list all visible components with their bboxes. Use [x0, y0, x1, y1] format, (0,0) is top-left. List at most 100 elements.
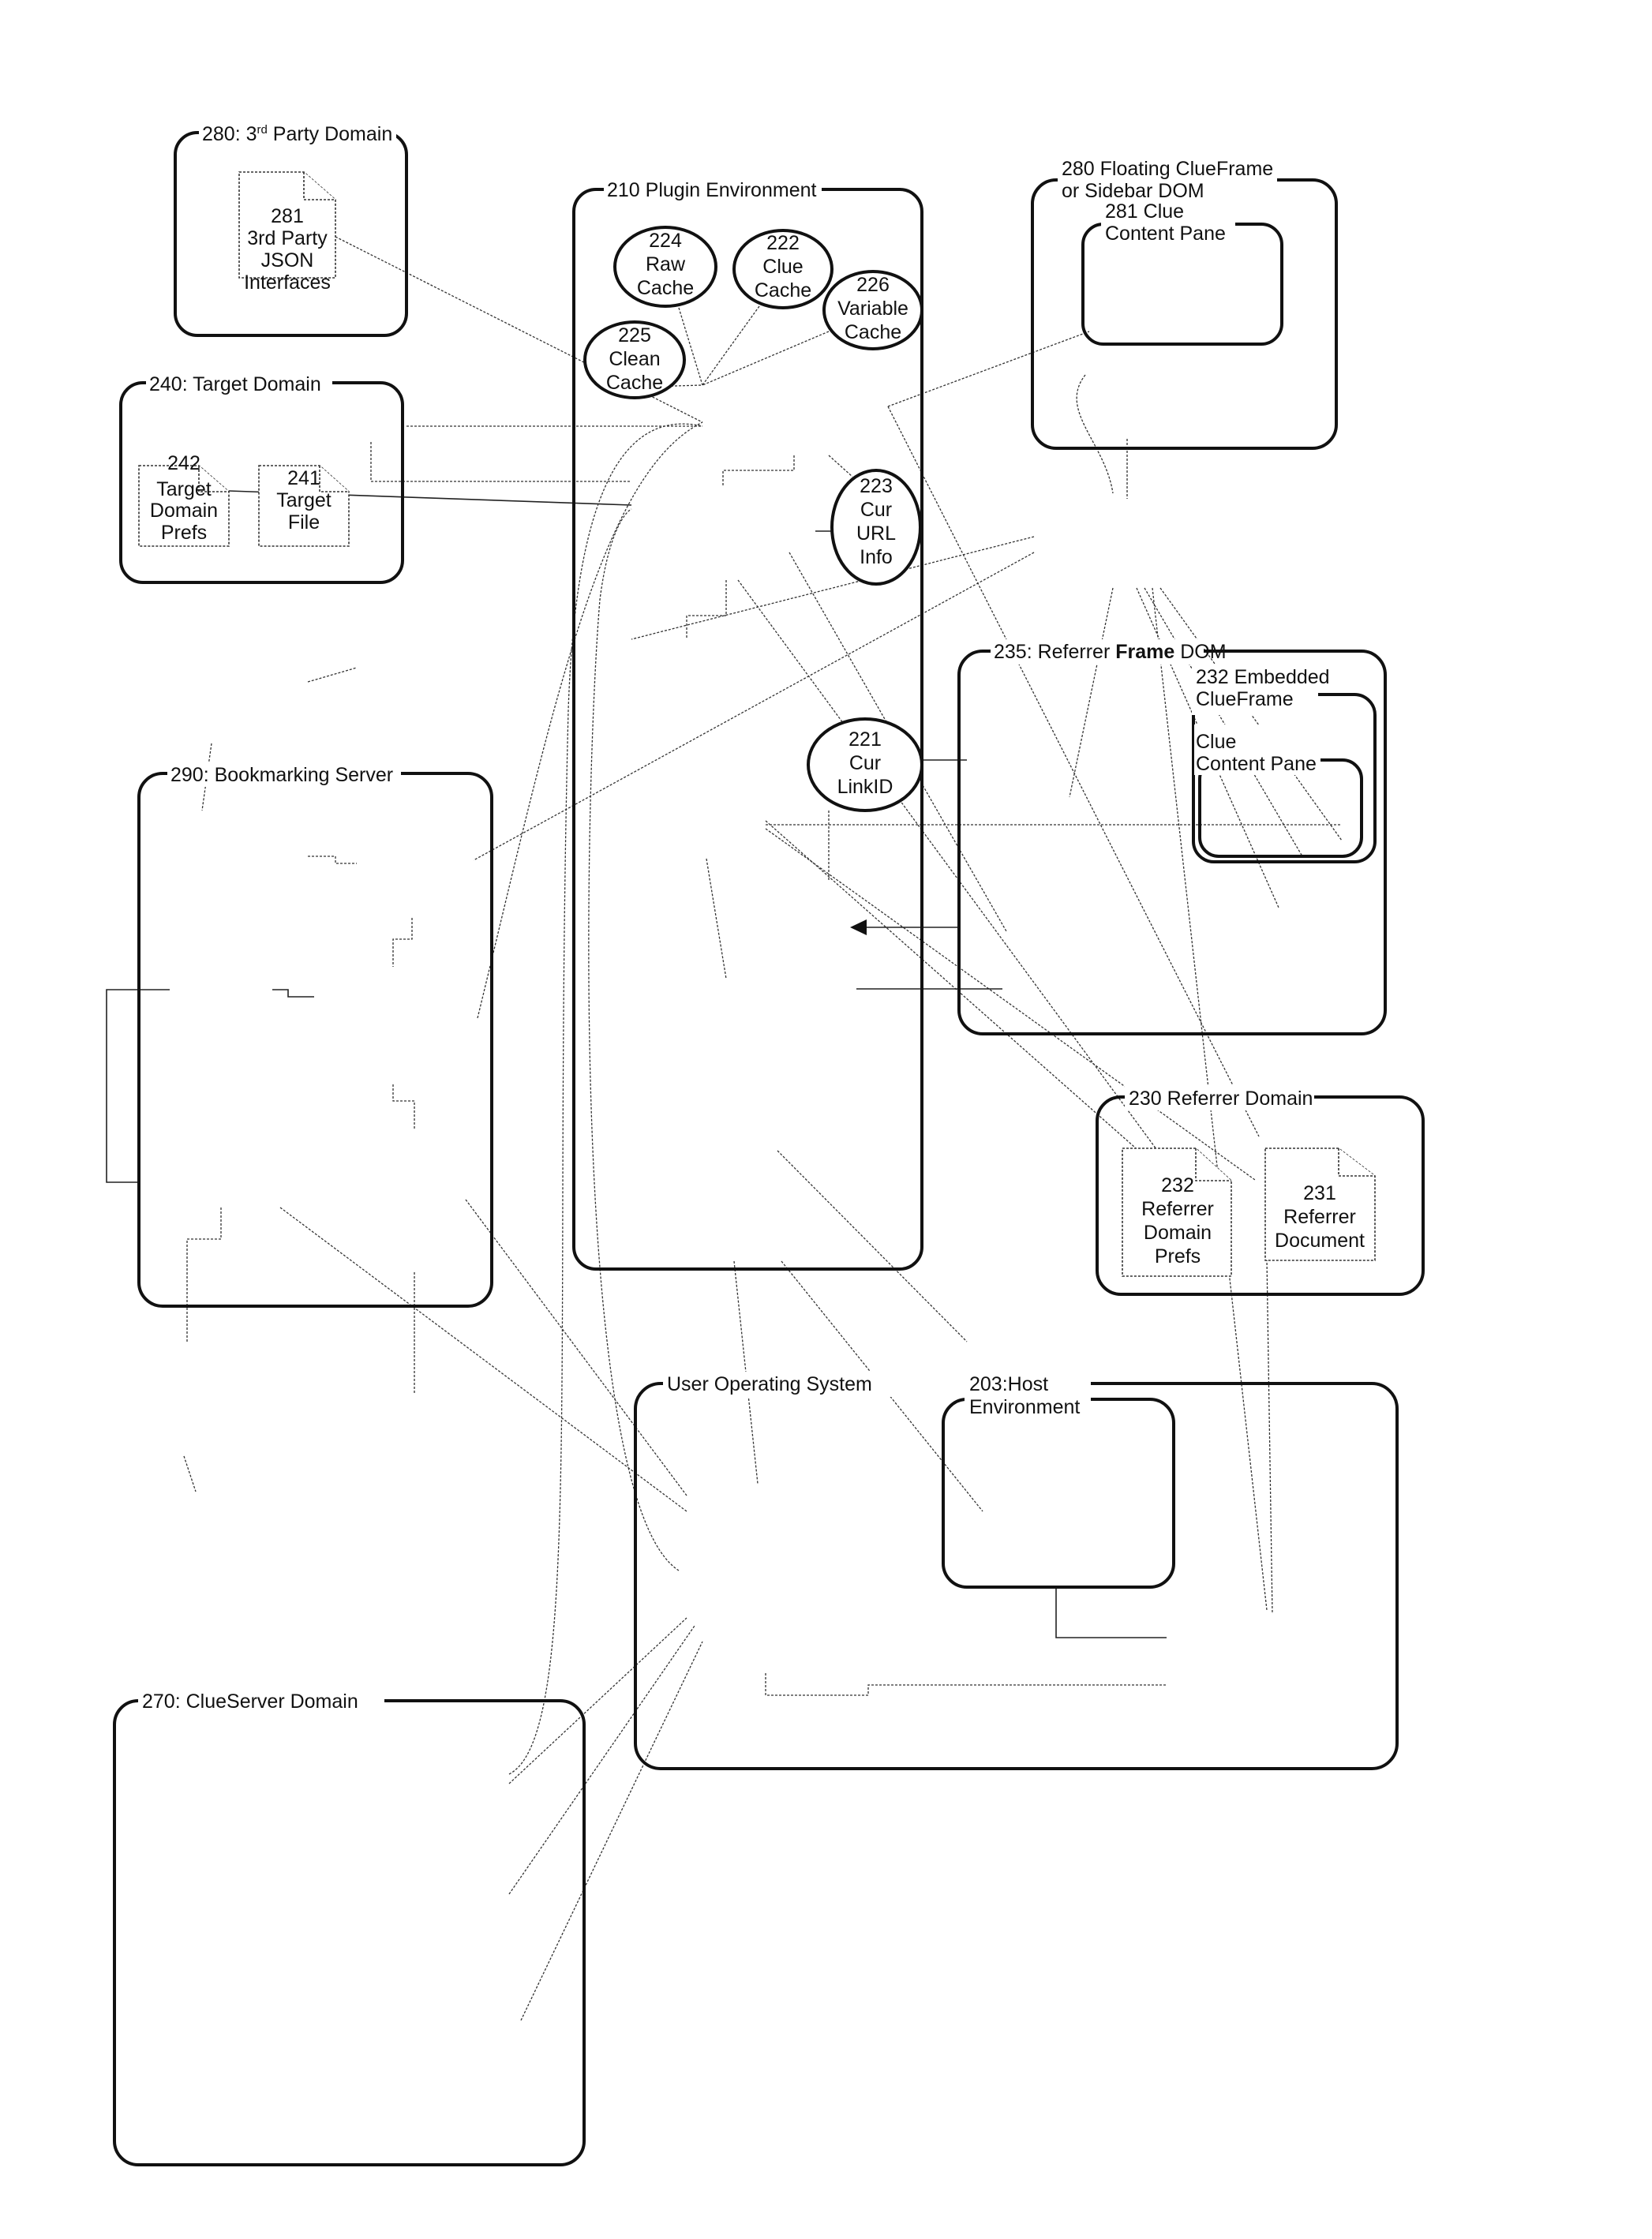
- svg-text:JSON: JSON: [261, 249, 314, 271]
- clueserver-domain-container: 270: ClueServer Domain: [113, 1689, 586, 2166]
- doc-242-target-domain-prefs: 242 Target Domain Prefs: [138, 452, 230, 547]
- ellipse-224-raw-cache: 224 Raw Cache: [613, 226, 717, 308]
- referrer-frame-dom-container: 235: Referrer Frame DOM 232 Embedded Clu…: [957, 639, 1387, 1035]
- svg-text:232: 232: [1161, 1174, 1194, 1196]
- connector-294-291: [272, 989, 314, 998]
- svg-text:222: 222: [766, 232, 800, 254]
- svg-text:Referrer: Referrer: [1283, 1206, 1356, 1228]
- connector-271-219: [508, 423, 703, 1775]
- host-environment-title-line1: 203:Host: [969, 1373, 1048, 1395]
- svg-text:Raw: Raw: [646, 253, 686, 275]
- svg-text:225: 225: [618, 324, 651, 346]
- svg-text:224: 224: [649, 230, 682, 252]
- svg-text:File: File: [288, 511, 320, 534]
- connector-214-231: [765, 828, 1256, 1181]
- doc-241-target-file: 241 Target File: [258, 465, 350, 547]
- clue-content-pane-281-line2: Content Pane: [1105, 223, 1226, 245]
- referrer-domain-title: 230 Referrer Domain: [1129, 1088, 1313, 1110]
- svg-text:Target: Target: [156, 478, 212, 500]
- connector-219-floating: [887, 331, 1090, 407]
- connector-209-218: [631, 536, 1035, 640]
- connector-203-202: [1055, 1586, 1167, 1638]
- svg-text:Prefs: Prefs: [161, 522, 207, 544]
- plugin-environment-title: 210 Plugin Environment: [607, 179, 816, 201]
- svg-text:URL: URL: [856, 522, 896, 545]
- embedded-clueframe-title-line2: ClueFrame: [1196, 688, 1294, 710]
- arrowhead-212: [850, 919, 867, 935]
- connector-204-202: [765, 1673, 1167, 1696]
- connector-291-219: [477, 421, 703, 1019]
- connector-209-236: [1069, 587, 1114, 798]
- connector-219-218: [722, 455, 795, 485]
- ellipse-223-cur-url-info: 223 Cur URL Info: [830, 469, 922, 586]
- connector-296-204: [465, 1199, 687, 1496]
- connector-273-204: [508, 1625, 695, 1895]
- svg-text:Domain: Domain: [1144, 1222, 1212, 1244]
- host-environment-title-line2: Environment: [969, 1396, 1080, 1418]
- svg-text:Cache: Cache: [755, 279, 811, 301]
- svg-text:Document: Document: [1275, 1230, 1365, 1252]
- floating-clueframe-title-line2: or Sidebar DOM: [1062, 180, 1204, 202]
- connector-295-297: [186, 1207, 222, 1342]
- clueserver-domain-title: 270: ClueServer Domain: [142, 1690, 358, 1713]
- connector-211-203: [777, 1150, 968, 1342]
- bookmarking-server-container: 290: Bookmarking Server: [137, 762, 493, 1308]
- connector-291-296: [392, 1084, 415, 1129]
- floating-clueframe-container: 280 Floating ClueFrame or Sidebar DOM 28…: [1031, 155, 1338, 450]
- connector-274-204: [520, 1641, 703, 2021]
- embedded-content-pane-line2: Content Pane: [1196, 753, 1317, 775]
- connector-297-298: [183, 1455, 197, 1492]
- doc-281-third-party-json: 281 3rd Party JSON Interfaces: [238, 171, 336, 294]
- svg-text:Prefs: Prefs: [1155, 1245, 1201, 1267]
- svg-text:Cache: Cache: [637, 277, 694, 299]
- connector-231doc-202: [1266, 1258, 1273, 1615]
- embedded-clueframe-title-line1: 232 Embedded: [1196, 666, 1330, 688]
- svg-text:241: 241: [287, 467, 320, 489]
- svg-text:Cur: Cur: [860, 499, 892, 521]
- svg-text:Interfaces: Interfaces: [244, 271, 331, 294]
- doc-231-referrer-document: 231 Referrer Document: [1264, 1148, 1376, 1261]
- svg-text:Referrer: Referrer: [1141, 1198, 1214, 1220]
- connector-212-213: [706, 858, 727, 979]
- svg-text:Cur: Cur: [849, 752, 881, 774]
- user-os-title: User Operating System: [667, 1373, 872, 1395]
- ellipse-225-clean-cache: 225 Clean Cache: [583, 320, 686, 399]
- connector-209-292: [473, 552, 1035, 861]
- svg-text:Cache: Cache: [845, 321, 901, 343]
- svg-text:231: 231: [1303, 1182, 1336, 1204]
- svg-text:221: 221: [848, 728, 882, 751]
- svg-text:Domain: Domain: [150, 500, 218, 522]
- connector-209-239: [1144, 587, 1303, 857]
- connector-214-232: [765, 820, 1177, 1185]
- third-party-domain-title: 280: 3rd Party Domain: [202, 123, 392, 145]
- svg-text:281: 281: [271, 205, 304, 227]
- connector-218-232: [737, 579, 1177, 1177]
- referrer-frame-dom-title: 235: Referrer Frame DOM: [994, 641, 1227, 663]
- connector-293-292: [308, 856, 357, 864]
- connector-218-214: [686, 580, 727, 638]
- connector-204-218: [588, 508, 680, 1571]
- connector-219-223: [828, 455, 853, 477]
- ellipse-221-cur-linkid: 221 Cur LinkID: [807, 717, 923, 812]
- ellipse-222-clue-cache: 222 Clue Cache: [732, 229, 833, 309]
- doc-232-referrer-domain-prefs: 232 Referrer Domain Prefs: [1122, 1148, 1232, 1277]
- ellipse-226-variable-cache: 226 Variable Cache: [822, 270, 923, 350]
- svg-text:Clue: Clue: [762, 256, 803, 278]
- floating-clueframe-title-line1: 280 Floating ClueFrame: [1062, 158, 1273, 180]
- target-domain-title: 240: Target Domain: [149, 373, 321, 395]
- svg-text:223: 223: [860, 475, 893, 497]
- connector-266-267: [307, 667, 358, 683]
- svg-text:3rd Party: 3rd Party: [247, 227, 328, 249]
- svg-text:Cache: Cache: [606, 372, 663, 394]
- svg-text:242: 242: [167, 452, 200, 474]
- svg-text:Variable: Variable: [837, 298, 908, 320]
- clue-content-pane-281-line1: 281 Clue: [1105, 200, 1184, 223]
- user-os-container: User Operating System 203:Host Environme…: [634, 1372, 1399, 1770]
- svg-text:Info: Info: [860, 546, 893, 568]
- connector-295-204: [279, 1207, 687, 1512]
- svg-text:LinkID: LinkID: [837, 776, 893, 798]
- svg-text:Target: Target: [276, 489, 332, 511]
- bookmarking-server-title: 290: Bookmarking Server: [170, 764, 393, 786]
- connector-292-291: [392, 918, 413, 967]
- connector-222-219: [702, 305, 760, 386]
